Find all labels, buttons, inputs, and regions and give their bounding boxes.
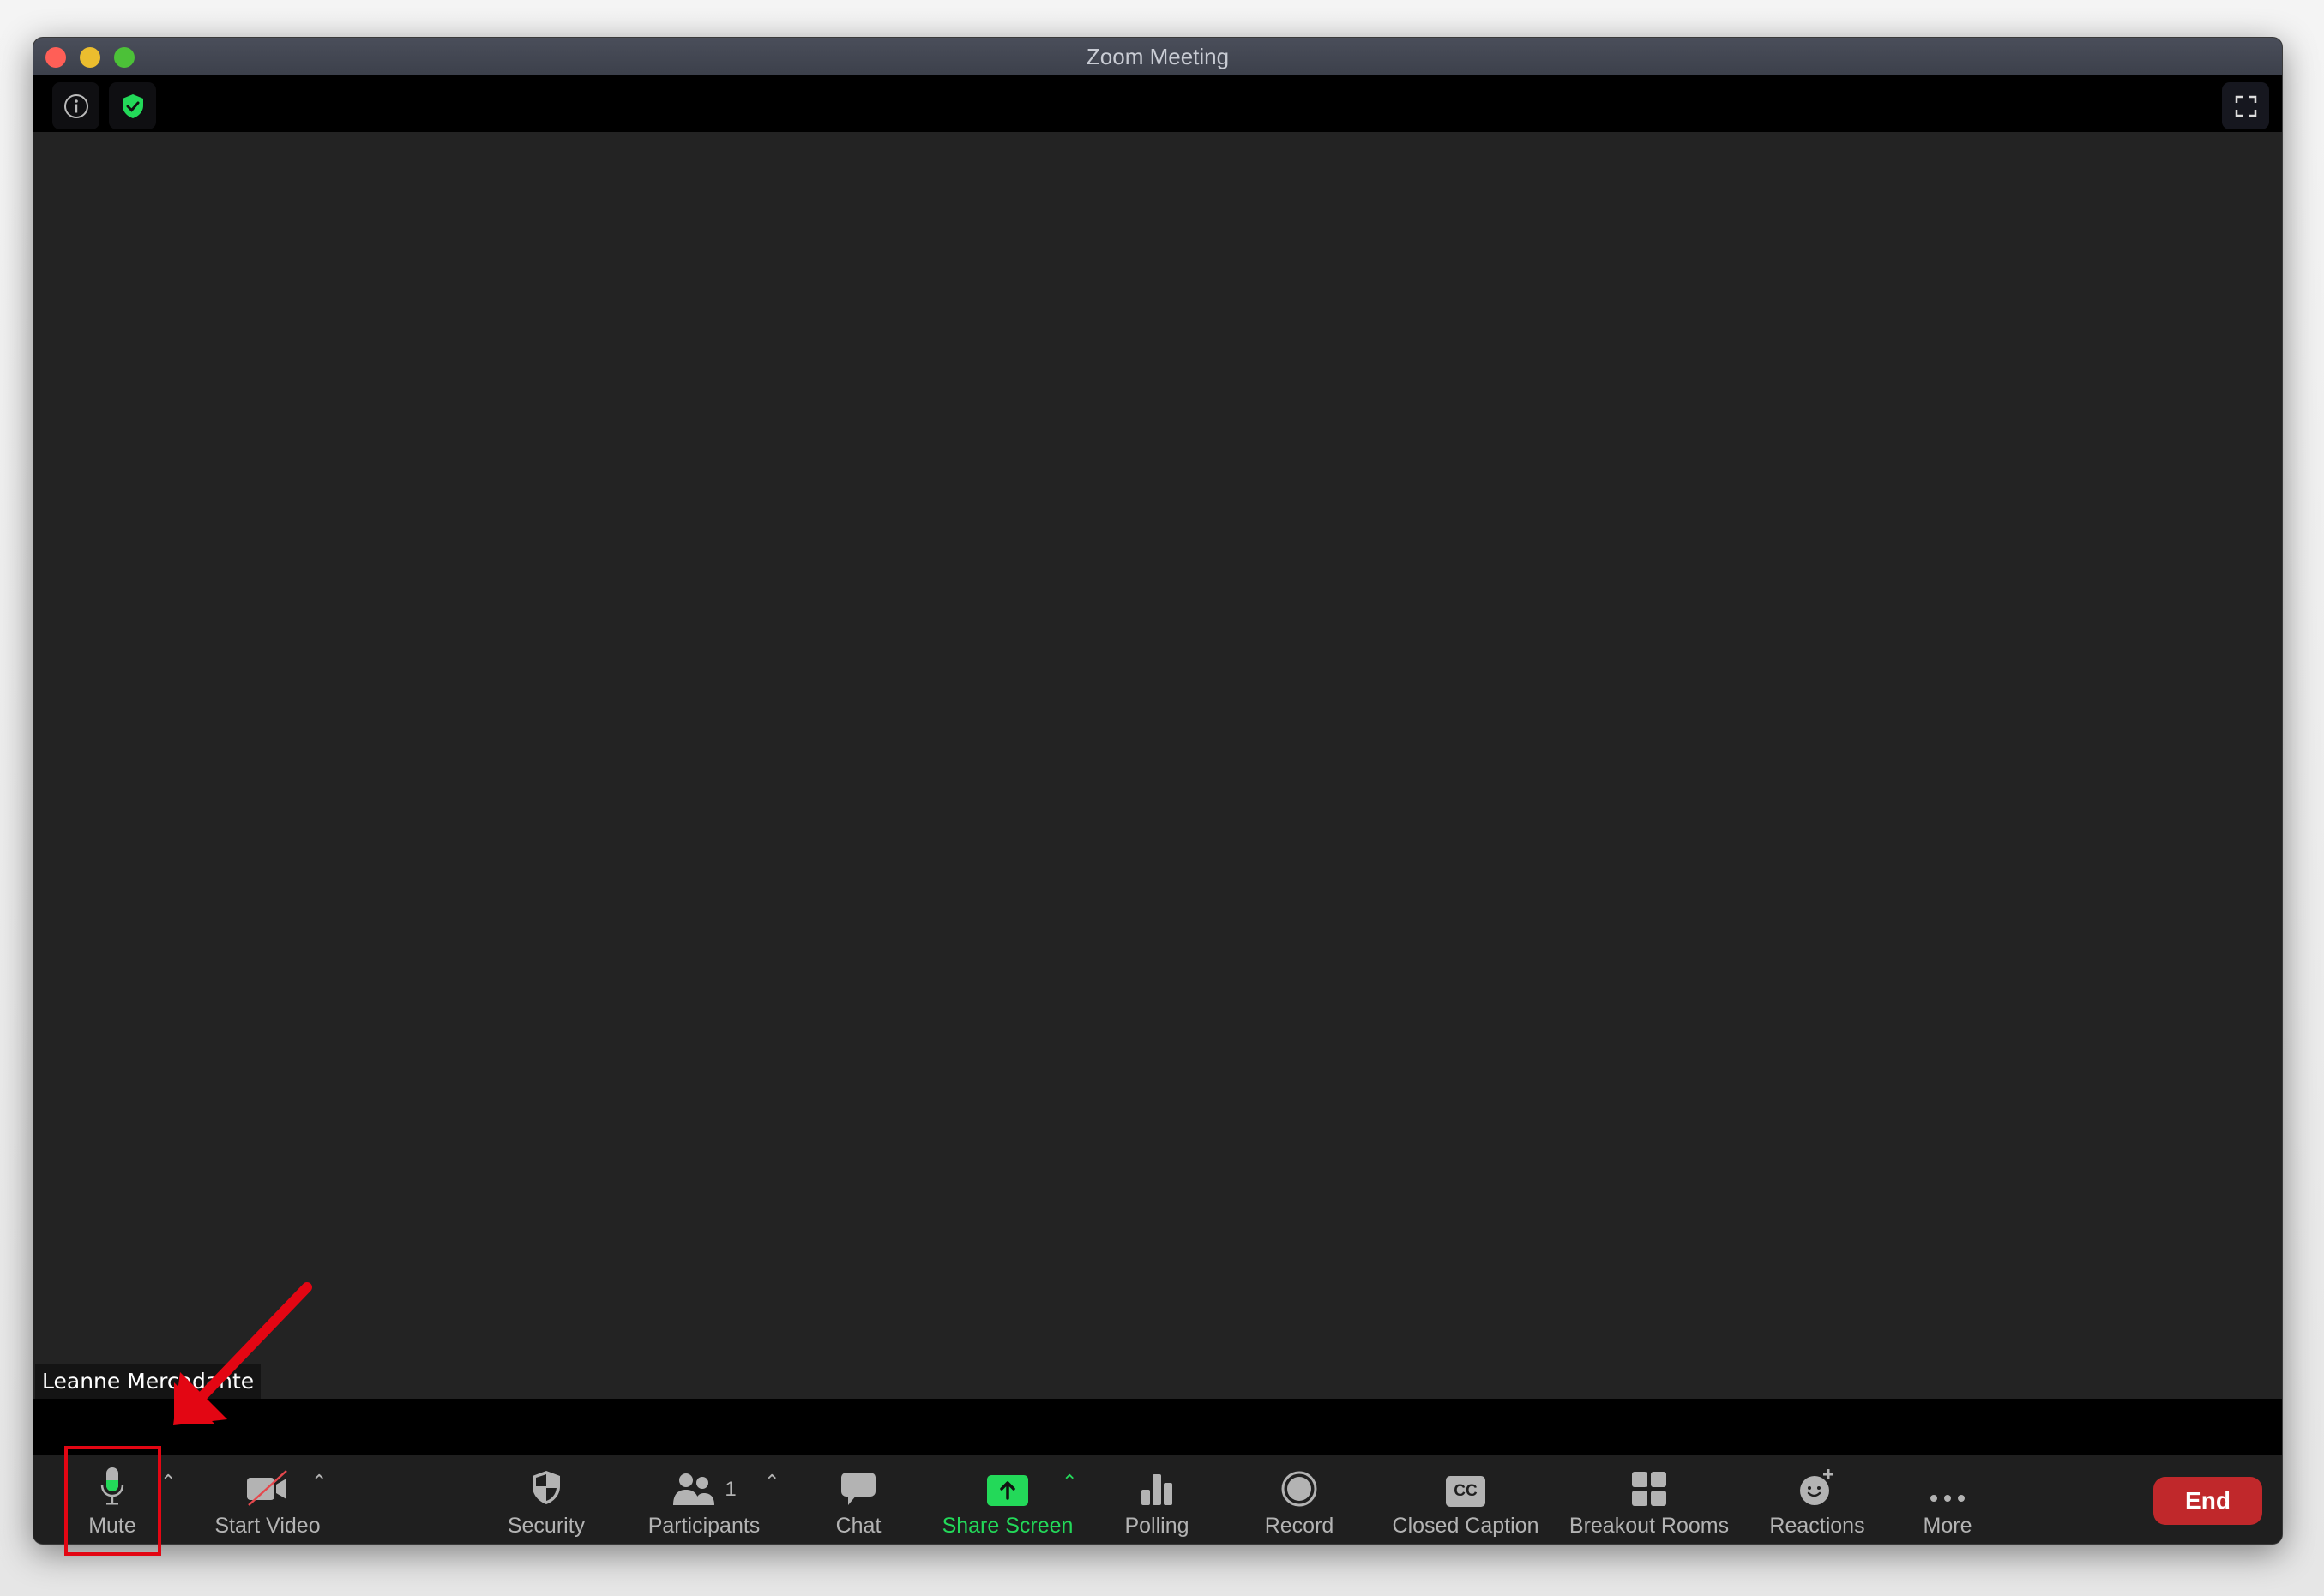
breakout-rooms-button[interactable]: Breakout Rooms	[1563, 1455, 1735, 1544]
start-video-label: Start Video	[214, 1514, 321, 1538]
fullscreen-icon	[2235, 95, 2256, 117]
closed-caption-label: Closed Caption	[1392, 1514, 1539, 1538]
meeting-toolbar: Mute ⌃ Start Video ⌃ Security 1 Particip…	[33, 1455, 2282, 1544]
share-options-chevron-up-icon[interactable]: ⌃	[1062, 1471, 1077, 1493]
record-label: Record	[1264, 1514, 1334, 1538]
reactions-button[interactable]: Reactions	[1757, 1455, 1877, 1544]
shield-icon	[533, 1471, 560, 1504]
participants-options-chevron-up-icon[interactable]: ⌃	[764, 1471, 780, 1493]
share-screen-button[interactable]: Share Screen	[939, 1455, 1076, 1544]
participants-label: Participants	[647, 1514, 761, 1538]
video-bottom-strip	[33, 1399, 2282, 1455]
participants-button[interactable]: 1 Participants	[644, 1455, 764, 1544]
window-title: Zoom Meeting	[1086, 44, 1230, 69]
start-video-button[interactable]: Start Video	[203, 1455, 332, 1544]
participant-name-label: Leanne Mercadante	[35, 1364, 262, 1399]
breakout-rooms-label: Breakout Rooms	[1568, 1514, 1730, 1538]
polling-button[interactable]: Polling	[1114, 1455, 1200, 1544]
closed-caption-button[interactable]: CC Closed Caption	[1387, 1455, 1544, 1544]
polling-label: Polling	[1124, 1514, 1189, 1538]
breakout-rooms-icon	[1632, 1472, 1666, 1506]
video-off-icon	[247, 1470, 287, 1506]
info-icon	[63, 93, 88, 118]
audio-options-chevron-up-icon[interactable]: ⌃	[160, 1471, 176, 1493]
more-label: More	[1923, 1514, 1972, 1538]
security-button[interactable]: Security	[503, 1455, 589, 1544]
shield-check-icon	[122, 93, 143, 118]
fullscreen-button[interactable]	[2222, 82, 2269, 129]
security-label: Security	[507, 1514, 586, 1538]
video-area	[33, 132, 2282, 1398]
share-screen-icon	[987, 1475, 1028, 1506]
participant-count: 1	[725, 1478, 737, 1501]
end-meeting-button[interactable]: End	[2153, 1477, 2262, 1525]
reactions-icon	[1800, 1469, 1833, 1505]
record-button[interactable]: Record	[1256, 1455, 1342, 1544]
title-bar: Zoom Meeting	[33, 38, 2282, 75]
participants-icon	[673, 1473, 715, 1505]
cc-icon: CC	[1446, 1476, 1485, 1507]
annotation-highlight-box	[64, 1446, 161, 1556]
chat-icon	[841, 1473, 876, 1505]
video-options-chevron-up-icon[interactable]: ⌃	[311, 1471, 327, 1493]
polling-icon	[1141, 1474, 1172, 1505]
record-icon	[1281, 1471, 1317, 1507]
more-icon	[1930, 1495, 1965, 1502]
more-button[interactable]: More	[1905, 1455, 1990, 1544]
chat-button[interactable]: Chat	[816, 1455, 901, 1544]
meeting-info-button[interactable]	[52, 82, 99, 129]
encryption-status-button[interactable]	[109, 82, 156, 129]
chat-label: Chat	[835, 1514, 882, 1538]
share-screen-label: Share Screen	[942, 1514, 1074, 1538]
cc-icon-text: CC	[1454, 1482, 1478, 1500]
meeting-top-bar	[33, 75, 2282, 132]
zoom-window: Zoom Meeting Leanne Mercadante Mute ⌃ St…	[33, 37, 2283, 1545]
reactions-label: Reactions	[1769, 1514, 1865, 1538]
